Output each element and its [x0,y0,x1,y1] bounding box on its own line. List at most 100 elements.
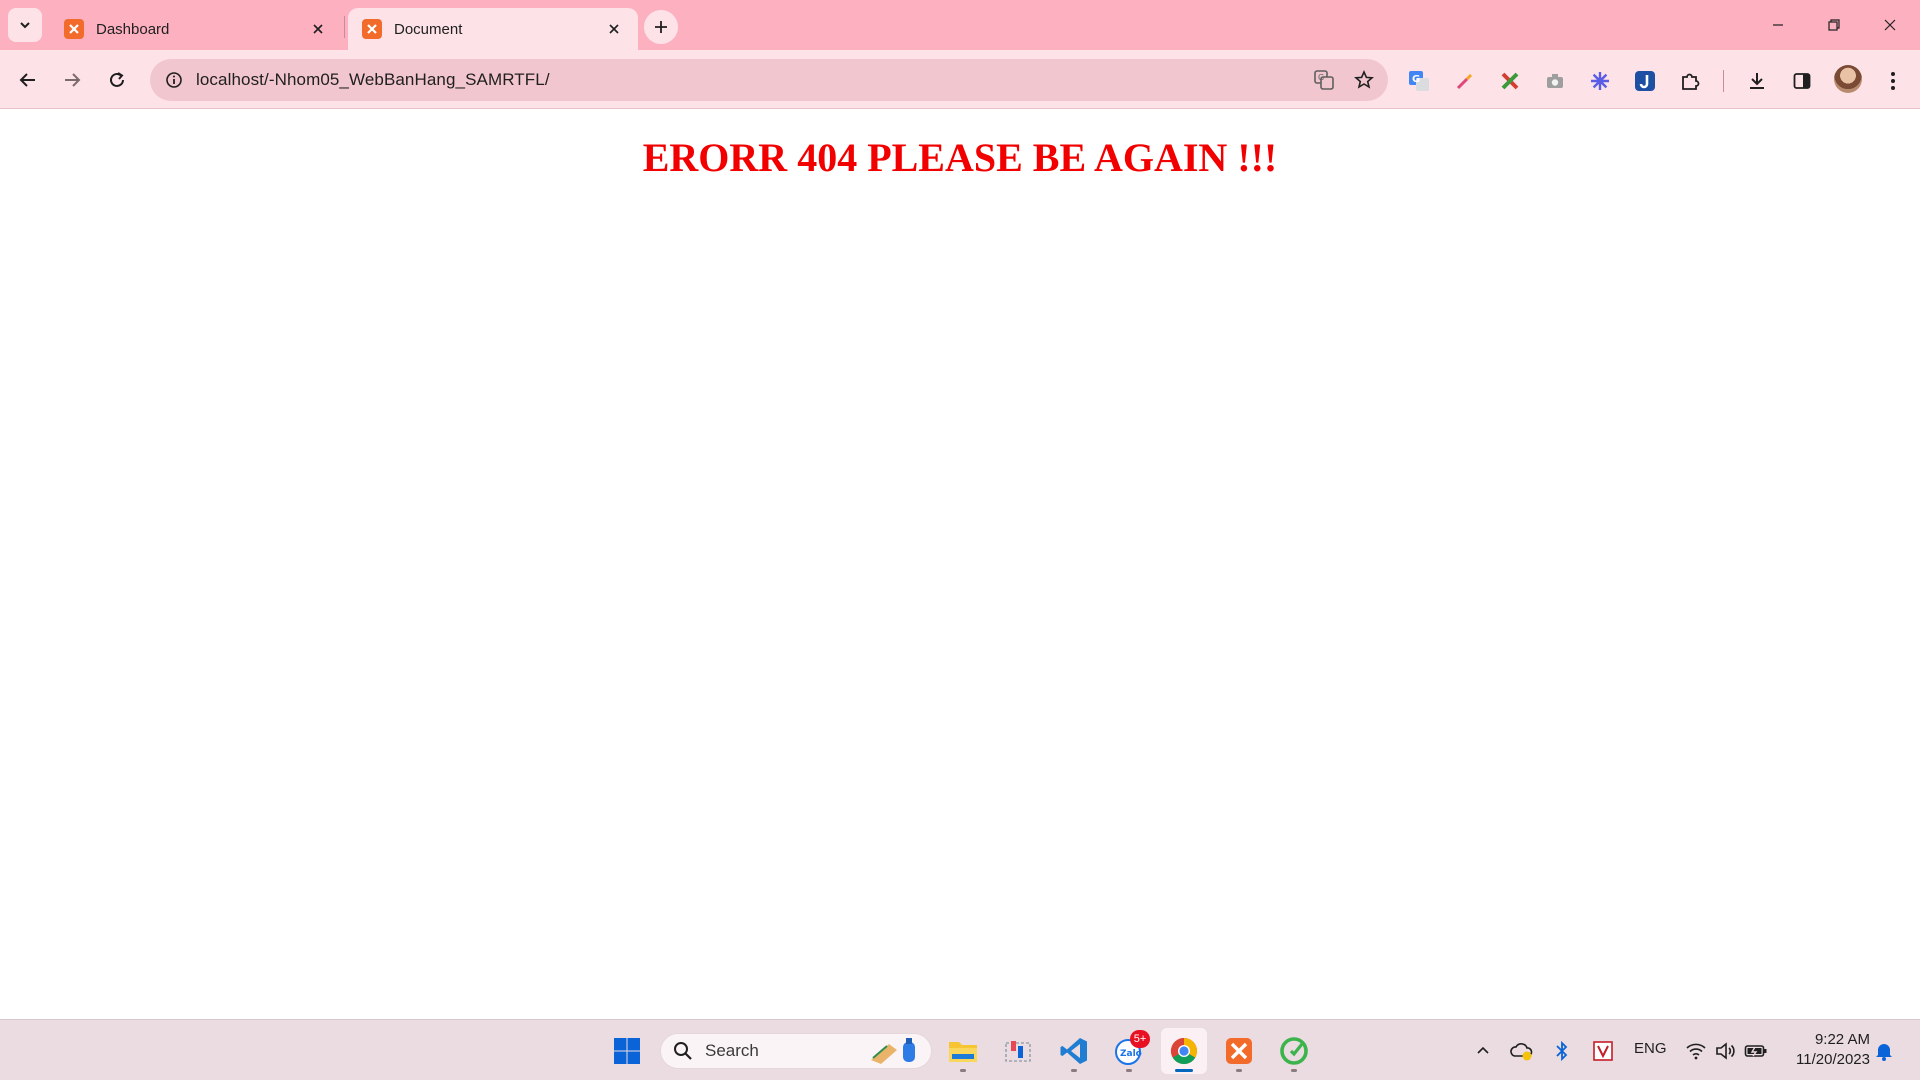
tab-document[interactable]: Document [348,8,638,50]
running-indicator [1291,1069,1297,1072]
site-info-button[interactable] [160,66,188,94]
file-explorer-button[interactable] [940,1028,986,1074]
back-button[interactable] [10,62,46,98]
j-icon [1635,71,1655,91]
notification-badge: 5+ [1130,1030,1150,1048]
svg-text:Zalo: Zalo [1120,1049,1142,1059]
minimize-button[interactable] [1750,0,1806,50]
tab-close-button[interactable] [306,17,330,41]
close-icon [609,24,619,34]
gear-extension[interactable] [1585,66,1615,96]
snipping-tool-button[interactable] [995,1028,1041,1074]
volume-tray-button[interactable] [1712,1038,1738,1064]
browser-toolbar: localhost/-Nhom05_WebBanHang_SAMRTFL/ G … [0,50,1920,109]
restore-button[interactable] [1806,0,1862,50]
app-green-button[interactable] [1271,1028,1317,1074]
antivirus-tray-button[interactable] [1590,1038,1616,1064]
taskbar-clock[interactable]: 9:22 AM 11/20/2023 [1780,1030,1870,1070]
running-indicator [960,1069,966,1072]
xampp-icon [362,19,382,39]
svg-text:G: G [1412,74,1420,85]
download-icon [1750,73,1764,89]
tab-search-button[interactable] [8,8,42,42]
cloud-warning-icon [1510,1043,1533,1061]
search-icon [674,1042,692,1060]
screenshot-extension[interactable] [1540,66,1570,96]
tab-dashboard[interactable]: Dashboard [50,8,342,50]
camera-icon [1547,74,1563,88]
tab-title: Document [394,20,463,38]
bell-icon [1876,1044,1892,1061]
vscode-icon [1060,1038,1087,1064]
downloads-button[interactable] [1742,66,1772,96]
running-indicator [1175,1069,1193,1072]
profile-avatar[interactable] [1834,65,1862,93]
info-icon [166,72,182,88]
side-panel-button[interactable] [1787,66,1817,96]
onedrive-tray-button[interactable] [1509,1038,1535,1064]
folder-icon [949,1042,977,1062]
translate-icon: G [1314,70,1334,90]
bluetooth-icon [1556,1040,1568,1062]
language-indicator[interactable]: ENG [1634,1040,1667,1057]
taskbar-search[interactable]: Search [660,1033,932,1069]
error-heading: ERORR 404 PLEASE BE AGAIN !!! [642,135,1278,180]
extensions-button[interactable] [1675,66,1705,96]
new-tab-button[interactable] [644,10,678,44]
minimize-icon [1773,24,1783,26]
running-indicator [1236,1069,1242,1072]
url-text[interactable]: localhost/-Nhom05_WebBanHang_SAMRTFL/ [196,70,1308,90]
tab-close-button[interactable] [602,17,626,41]
color-picker-extension[interactable] [1450,66,1480,96]
tools-icon [1501,72,1519,90]
star-icon [1354,70,1374,89]
close-window-button[interactable] [1862,0,1918,50]
reload-button[interactable] [99,62,135,98]
green-app-icon [1280,1037,1308,1065]
chrome-icon [1170,1037,1198,1065]
forward-button[interactable] [54,62,90,98]
wifi-icon [1686,1043,1706,1060]
google-translate-extension[interactable]: G [1404,66,1434,96]
search-label: Search [705,1041,759,1060]
page-content: ERORR 404 PLEASE BE AGAIN !!! [0,110,1920,1019]
wifi-tray-button[interactable] [1683,1038,1709,1064]
chevron-down-icon [20,22,30,29]
arrow-left-icon [19,73,35,87]
reload-icon [110,72,124,87]
bookmark-button[interactable] [1348,64,1380,96]
clock-time: 9:22 AM [1814,1031,1870,1048]
vscode-button[interactable] [1051,1028,1097,1074]
v-shield-icon [1593,1041,1613,1061]
j-extension[interactable] [1630,66,1660,96]
close-icon [1884,19,1896,31]
notifications-button[interactable] [1871,1038,1897,1064]
side-panel-icon [1793,73,1811,89]
google-translate-icon: G [1409,71,1429,91]
windows-taskbar: Search Zalo 5+ ENG 9:22 AM 11/20/2023 [0,1019,1920,1080]
address-bar[interactable]: localhost/-Nhom05_WebBanHang_SAMRTFL/ G [150,59,1388,101]
restore-icon [1828,19,1840,31]
tab-separator [344,16,345,38]
clock-date: 11/20/2023 [1796,1051,1870,1068]
xampp-button[interactable] [1216,1028,1262,1074]
running-indicator [1126,1069,1132,1072]
arrow-right-icon [65,73,81,87]
battery-tray-button[interactable] [1743,1038,1769,1064]
start-button[interactable] [604,1028,650,1074]
windows-icon [614,1038,640,1064]
tools-extension[interactable] [1495,66,1525,96]
toolbar-separator [1723,70,1724,92]
bluetooth-tray-button[interactable] [1549,1038,1575,1064]
show-hidden-icons-button[interactable] [1470,1038,1496,1064]
translate-button[interactable]: G [1308,64,1340,96]
plus-icon [655,21,667,33]
puzzle-icon [1682,73,1700,90]
search-highlight-icon [871,1038,915,1064]
tab-strip: Dashboard Document [0,0,1920,50]
chrome-button[interactable] [1161,1028,1207,1074]
menu-button[interactable] [1878,66,1908,96]
zalo-button[interactable]: Zalo 5+ [1106,1028,1152,1074]
snipping-icon [1005,1041,1031,1062]
battery-charging-icon [1744,1045,1767,1057]
